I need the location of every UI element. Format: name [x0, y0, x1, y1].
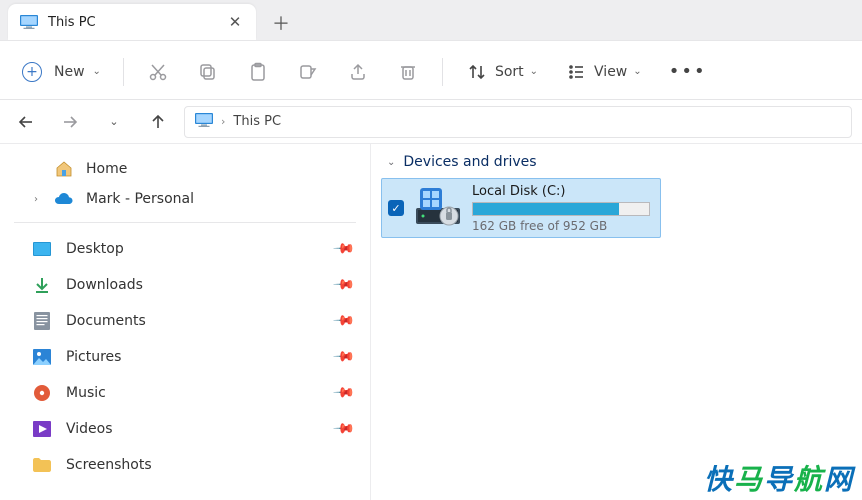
chevron-right-icon[interactable]: ›: [30, 194, 42, 205]
command-bar: + New ⌄ Sort ⌄: [0, 44, 862, 100]
sidebar-separator: [14, 222, 356, 223]
sidebar-item-label: Screenshots: [66, 457, 152, 473]
more-button[interactable]: •••: [666, 52, 710, 92]
pin-icon: 📌: [331, 345, 355, 369]
separator: [123, 58, 124, 86]
sidebar-item-label: Desktop: [66, 241, 124, 257]
rename-button[interactable]: [286, 52, 330, 92]
delete-button[interactable]: [386, 52, 430, 92]
copy-icon: [196, 60, 220, 84]
drive-info: Local Disk (C:) 162 GB free of 952 GB: [472, 184, 650, 233]
sidebar-item-label: Documents: [66, 313, 146, 329]
sidebar-item-home[interactable]: Home: [8, 154, 362, 184]
quick-access: Desktop 📌 Downloads 📌 Documents 📌: [8, 231, 362, 483]
pin-icon: 📌: [331, 381, 355, 405]
scissors-icon: [146, 60, 170, 84]
separator: [442, 58, 443, 86]
recent-locations-button[interactable]: ⌄: [96, 104, 132, 140]
cut-button[interactable]: [136, 52, 180, 92]
pin-icon: 📌: [331, 417, 355, 441]
body: Home › Mark - Personal Desktop 📌: [0, 144, 862, 500]
new-label: New: [54, 64, 85, 80]
folder-icon: [32, 455, 52, 475]
drive-usage-bar: [472, 202, 650, 216]
sidebar-item-label: Pictures: [66, 349, 121, 365]
content-pane: ⌄ Devices and drives ✓ Local Di: [371, 144, 862, 500]
sidebar-item-videos[interactable]: Videos 📌: [8, 411, 362, 447]
selection-checkbox[interactable]: ✓: [388, 200, 404, 216]
drive-icon: [414, 186, 462, 230]
breadcrumb-sep: ›: [221, 115, 225, 128]
breadcrumb-this-pc[interactable]: This PC: [233, 114, 281, 129]
tab-strip: This PC ✕ ＋: [0, 0, 862, 40]
paste-button[interactable]: [236, 52, 280, 92]
navigation-pane: Home › Mark - Personal Desktop 📌: [0, 144, 370, 500]
back-button[interactable]: [8, 104, 44, 140]
drive-free-text: 162 GB free of 952 GB: [472, 219, 650, 233]
chevron-down-icon: ⌄: [633, 66, 641, 77]
sidebar-item-pictures[interactable]: Pictures 📌: [8, 339, 362, 375]
navigation-bar: ⌄ › This PC: [0, 100, 862, 144]
pin-icon: 📌: [331, 237, 355, 261]
pin-icon: 📌: [331, 273, 355, 297]
drive-usage-fill: [473, 203, 619, 215]
drive-local-disk-c[interactable]: ✓ Local Disk (C:): [381, 178, 661, 238]
tab-this-pc[interactable]: This PC ✕: [8, 4, 256, 40]
sidebar-item-label: Videos: [66, 421, 113, 437]
chevron-down-icon: ⌄: [387, 157, 395, 168]
plus-circle-icon: +: [22, 62, 42, 82]
forward-button[interactable]: [52, 104, 88, 140]
chevron-down-icon: ⌄: [93, 66, 101, 77]
sort-button[interactable]: Sort ⌄: [455, 52, 548, 92]
chevron-down-icon: ⌄: [530, 66, 538, 77]
this-pc-icon: [195, 113, 213, 131]
pin-icon: 📌: [331, 309, 355, 333]
new-tab-button[interactable]: ＋: [264, 6, 298, 40]
share-icon: [346, 60, 370, 84]
sidebar-item-screenshots[interactable]: Screenshots: [8, 447, 362, 483]
up-button[interactable]: [140, 104, 176, 140]
downloads-icon: [32, 275, 52, 295]
sort-icon: [465, 60, 489, 84]
ellipsis-icon: •••: [676, 60, 700, 84]
sidebar-item-label: Downloads: [66, 277, 143, 293]
sidebar-item-label: Mark - Personal: [86, 191, 194, 207]
share-button[interactable]: [336, 52, 380, 92]
sidebar-item-documents[interactable]: Documents 📌: [8, 303, 362, 339]
sidebar-item-music[interactable]: Music 📌: [8, 375, 362, 411]
section-devices-header[interactable]: ⌄ Devices and drives: [381, 154, 850, 170]
documents-icon: [32, 311, 52, 331]
new-button[interactable]: + New ⌄: [12, 52, 111, 92]
drive-name: Local Disk (C:): [472, 184, 650, 199]
sidebar-item-desktop[interactable]: Desktop 📌: [8, 231, 362, 267]
clipboard-icon: [246, 60, 270, 84]
sort-label: Sort: [495, 64, 524, 80]
view-label: View: [594, 64, 627, 80]
close-tab-button[interactable]: ✕: [224, 11, 246, 33]
sidebar-item-label: Home: [86, 161, 127, 177]
address-bar[interactable]: › This PC: [184, 106, 852, 138]
section-title: Devices and drives: [403, 154, 536, 170]
sidebar-item-label: Music: [66, 385, 106, 401]
sidebar-item-onedrive[interactable]: › Mark - Personal: [8, 184, 362, 214]
onedrive-icon: [54, 189, 74, 209]
trash-icon: [396, 60, 420, 84]
tab-title: This PC: [48, 15, 214, 30]
copy-button[interactable]: [186, 52, 230, 92]
music-icon: [32, 383, 52, 403]
rename-icon: [296, 60, 320, 84]
videos-icon: [32, 419, 52, 439]
desktop-icon: [32, 239, 52, 259]
home-icon: [54, 159, 74, 179]
pictures-icon: [32, 347, 52, 367]
sidebar-item-downloads[interactable]: Downloads 📌: [8, 267, 362, 303]
view-button[interactable]: View ⌄: [554, 52, 652, 92]
this-pc-icon: [20, 15, 38, 29]
view-list-icon: [564, 60, 588, 84]
